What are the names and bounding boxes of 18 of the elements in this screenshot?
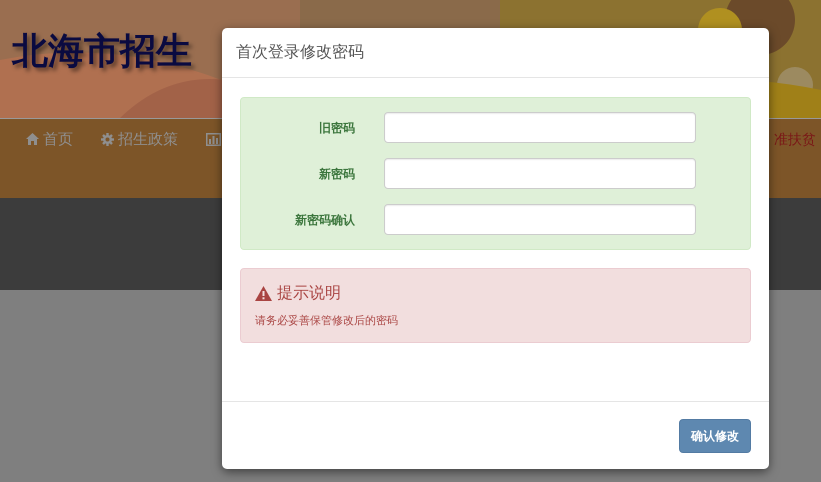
password-field[interactable] (384, 158, 696, 189)
nav-link[interactable]: 招生政策 (101, 129, 178, 149)
home-icon (26, 133, 39, 145)
field-label: 新密码确认 (294, 212, 355, 228)
password-field[interactable] (384, 112, 696, 143)
modal-title: 首次登录修改密码 (236, 42, 364, 61)
field-label: 新密码 (318, 166, 355, 182)
gear-icon (101, 132, 114, 146)
alert-text: 请务必妥善保管修改后的密码 (255, 313, 399, 329)
chart-icon (206, 132, 221, 146)
field-label: 旧密码 (318, 120, 355, 136)
alert-title: 提示说明 (277, 282, 341, 304)
nav-link[interactable]: 准扶贫 (774, 130, 816, 151)
site-title: 北海市招生 (12, 30, 192, 74)
nav-link[interactable]: 首页 (26, 129, 73, 149)
confirm-button[interactable]: 确认修改 (679, 418, 751, 452)
password-field[interactable] (384, 204, 696, 235)
warning-icon (255, 286, 272, 300)
